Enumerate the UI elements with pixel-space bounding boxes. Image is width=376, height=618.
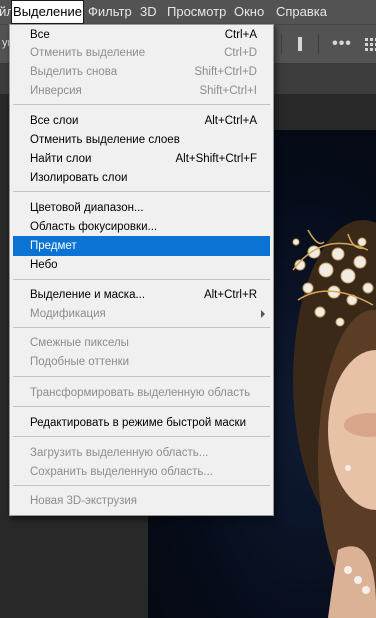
menu-item-similar[interactable]: Подобные оттенки [13, 352, 270, 372]
menu-item-label: Трансформировать выделенную область [30, 387, 251, 399]
menu-item-shortcut: Ctrl+D [224, 47, 257, 59]
menu-item-load-selection[interactable]: Загрузить выделенную область... [13, 443, 270, 463]
menu-item-label: Все [30, 29, 50, 41]
menu-item-inverse[interactable]: Инверсия Shift+Ctrl+I [13, 81, 270, 101]
menu-item-shortcut: Alt+Shift+Ctrl+F [175, 153, 258, 165]
menu-item-label: Изолировать слои [30, 172, 128, 184]
menu-item-find-layers[interactable]: Найти слои Alt+Shift+Ctrl+F [13, 149, 270, 169]
menu-separator [13, 104, 270, 105]
menu-item-label: Небо [30, 259, 58, 271]
menu-item-select-all[interactable]: Все Ctrl+A [13, 25, 270, 45]
menu-item-label: Выделить снова [30, 66, 118, 78]
menu-item-subject[interactable]: Предмет [13, 236, 270, 256]
menu-item-focus-area[interactable]: Область фокусировки... [13, 217, 270, 237]
menu-item-label: Область фокусировки... [30, 221, 158, 233]
menu-item-shortcut: Ctrl+A [224, 29, 257, 41]
menu-item-deselect-layers[interactable]: Отменить выделение слоев [13, 130, 270, 150]
menu-item-label: Предмет [30, 240, 77, 252]
menu-item-label: Новая 3D-экструзия [30, 495, 138, 507]
select-menu-dropdown: Все Ctrl+A Отменить выделение Ctrl+D Выд… [9, 24, 274, 516]
menu-bar: Файл Выделение Фильтр 3D Просмотр Окно С… [0, 0, 376, 24]
menu-item-label: Модификация [30, 308, 106, 320]
align-icon[interactable] [291, 33, 309, 55]
menu-item-label: Сохранить выделенную область... [30, 466, 213, 478]
submenu-arrow-icon [261, 310, 265, 318]
menu-item-label: Редактировать в режиме быстрой маски [30, 417, 247, 429]
menu-item-transform-selection[interactable]: Трансформировать выделенную область [13, 383, 270, 403]
menu-item-label: Найти слои [30, 153, 92, 165]
menu-separator [13, 436, 270, 437]
menu-item-grow[interactable]: Смежные пикселы [13, 333, 270, 353]
menu-item-reselect[interactable]: Выделить снова Shift+Ctrl+D [13, 62, 270, 82]
menu-item-label: Цветовой диапазон... [30, 202, 144, 214]
menu-item-shortcut: Alt+Ctrl+A [204, 115, 257, 127]
menu-item-label: Отменить выделение слоев [30, 134, 180, 146]
menu-separator [13, 279, 270, 280]
menu-item-sky[interactable]: Небо [13, 255, 270, 275]
menu-select[interactable]: Выделение [11, 0, 84, 24]
menu-item-modify[interactable]: Модификация [13, 304, 270, 324]
menu-window[interactable]: Окно [234, 0, 264, 24]
menu-separator [13, 376, 270, 377]
menu-item-shortcut: Shift+Ctrl+D [194, 66, 257, 78]
menu-help[interactable]: Справка [276, 0, 327, 24]
menu-item-label: Подобные оттенки [30, 356, 130, 368]
menu-item-label: Инверсия [30, 85, 82, 97]
menu-item-select-and-mask[interactable]: Выделение и маска... Alt+Ctrl+R [13, 285, 270, 305]
menu-item-label: Выделение и маска... [30, 289, 146, 301]
menu-item-quick-mask[interactable]: Редактировать в режиме быстрой маски [13, 413, 270, 433]
menu-item-label: Загрузить выделенную область... [30, 447, 209, 459]
menu-item-deselect[interactable]: Отменить выделение Ctrl+D [13, 43, 270, 63]
menu-item-label: Смежные пикселы [30, 337, 129, 349]
menu-item-all-layers[interactable]: Все слои Alt+Ctrl+A [13, 111, 270, 131]
menu-3d[interactable]: 3D [140, 0, 157, 24]
menu-item-color-range[interactable]: Цветовой диапазон... [13, 198, 270, 218]
menu-item-label: Все слои [30, 115, 79, 127]
menu-item-shortcut: Alt+Ctrl+R [203, 289, 257, 301]
menu-separator [13, 406, 270, 407]
menu-view[interactable]: Просмотр [167, 0, 226, 24]
menu-filter[interactable]: Фильтр [88, 0, 132, 24]
menu-separator [13, 191, 270, 192]
grid-icon[interactable] [362, 33, 376, 55]
options-separator [318, 34, 319, 54]
menu-item-save-selection[interactable]: Сохранить выделенную область... [13, 462, 270, 482]
menu-item-new-3d-extrusion[interactable]: Новая 3D-экструзия [13, 491, 270, 511]
menu-item-shortcut: Shift+Ctrl+I [199, 85, 257, 97]
menu-item-label: Отменить выделение [30, 47, 146, 59]
more-options-icon[interactable]: ••• [330, 33, 354, 55]
menu-separator [13, 327, 270, 328]
menu-item-isolate-layers[interactable]: Изолировать слои [13, 168, 270, 188]
options-separator [281, 34, 282, 54]
menu-separator [13, 485, 270, 486]
